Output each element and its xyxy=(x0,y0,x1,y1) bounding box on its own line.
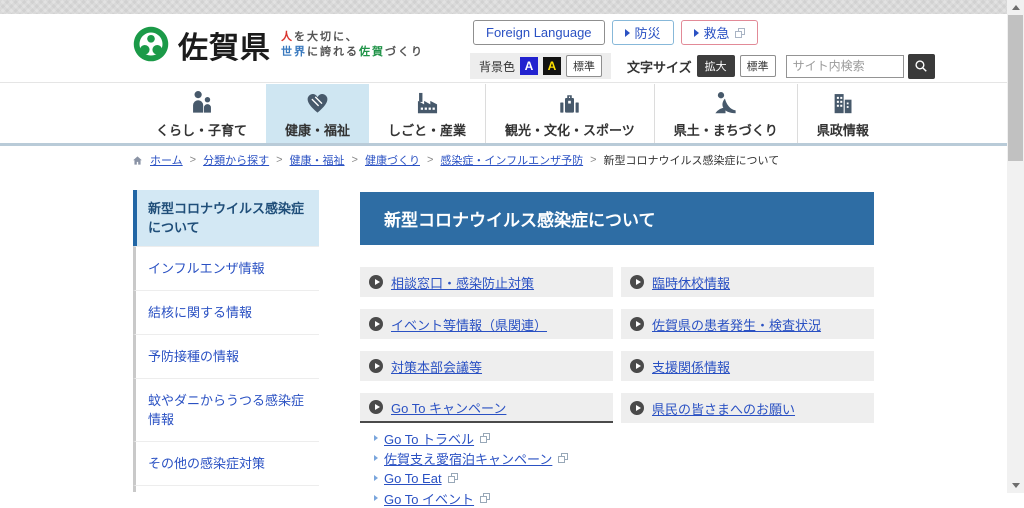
link-box-hq-meetings[interactable]: 対策本部会議等 xyxy=(360,351,613,381)
site-search xyxy=(785,53,935,79)
circle-arrow-icon xyxy=(369,400,383,414)
sidebar-item-vaccination[interactable]: 予防接種の情報 xyxy=(133,334,319,378)
disaster-button[interactable]: 防災 xyxy=(611,20,674,45)
arrow-right-icon xyxy=(374,475,378,481)
breadcrumb-link[interactable]: 感染症・インフルエンザ予防 xyxy=(440,152,583,168)
main-content: 新型コロナウイルス感染症について 相談窓口・感染防止対策 臨時休校情報 イベント… xyxy=(360,192,874,508)
bg-color-default-button[interactable]: 標準 xyxy=(566,55,603,77)
circle-arrow-icon xyxy=(630,359,644,373)
logo-text: 佐賀県 xyxy=(178,32,271,65)
saga-logo-mark xyxy=(133,26,169,62)
font-size-enlarge-button[interactable]: 拡大 xyxy=(696,55,735,77)
family-icon xyxy=(188,89,215,116)
heart-care-icon xyxy=(304,89,331,116)
land-development-icon xyxy=(712,89,739,116)
link-box-school-closure[interactable]: 臨時休校情報 xyxy=(621,267,874,297)
logo-tagline: 人を大切に、 世界に誇れる佐賀づくり xyxy=(281,31,424,58)
external-link-icon xyxy=(447,473,458,483)
external-link-icon xyxy=(734,27,745,38)
vertical-scrollbar xyxy=(1007,0,1024,493)
foreign-language-label: Foreign Language xyxy=(486,25,592,40)
emergency-label: 救急 xyxy=(703,26,730,41)
sidebar-item-partial[interactable] xyxy=(133,485,319,492)
foreign-language-button[interactable]: Foreign Language xyxy=(473,20,605,45)
sidebar-item-covid[interactable]: 新型コロナウイルス感染症について xyxy=(133,190,319,246)
page-title: 新型コロナウイルス感染症について xyxy=(360,192,874,245)
background-color-controls: 背景色 A A 標準 xyxy=(470,53,612,79)
sublink-goto-event[interactable]: Go To イベント xyxy=(374,488,874,508)
disaster-label: 防災 xyxy=(634,26,661,41)
circle-arrow-icon xyxy=(630,401,644,415)
scrollbar-up-arrow[interactable] xyxy=(1007,0,1024,15)
circle-arrow-icon xyxy=(630,275,644,289)
breadcrumb-link[interactable]: 健康・福祉 xyxy=(290,152,345,168)
font-size-default-button[interactable]: 標準 xyxy=(739,55,776,77)
emergency-button[interactable]: 救急 xyxy=(680,20,758,45)
nav-item-kendo[interactable]: 県土・まちづくり xyxy=(653,84,797,143)
site-header: 佐賀県 人を大切に、 世界に誇れる佐賀づくり Foreign Language … xyxy=(0,14,1007,83)
site-search-input[interactable] xyxy=(785,54,904,78)
external-link-icon xyxy=(480,433,491,443)
travel-bag-icon xyxy=(556,89,583,116)
circle-arrow-icon xyxy=(369,275,383,289)
font-size-label: 文字サイズ xyxy=(627,59,692,75)
nav-item-kankou[interactable]: 観光・文化・スポーツ xyxy=(485,84,654,143)
home-icon xyxy=(132,155,143,166)
circle-arrow-icon xyxy=(369,359,383,373)
link-box-events[interactable]: イベント等情報（県関連） xyxy=(360,309,613,339)
header-quick-buttons: Foreign Language 防災 救急 xyxy=(473,20,758,45)
arrow-right-icon xyxy=(374,455,378,461)
background-color-label: 背景色 xyxy=(479,59,516,74)
breadcrumb-link[interactable]: 健康づくり xyxy=(365,152,420,168)
nav-item-kurashi[interactable]: くらし・子育て xyxy=(137,84,266,143)
accessibility-controls: 背景色 A A 標準 文字サイズ 拡大 標準 xyxy=(470,53,935,79)
external-link-icon xyxy=(558,453,569,463)
breadcrumb-home[interactable]: ホーム xyxy=(150,152,183,168)
sidebar-item-other-measures[interactable]: その他の感染症対策 xyxy=(133,441,319,485)
circle-arrow-icon xyxy=(630,317,644,331)
scrollbar-down-arrow[interactable] xyxy=(1007,478,1024,493)
breadcrumb-current: 新型コロナウイルス感染症について xyxy=(603,155,780,167)
arrow-right-icon xyxy=(624,28,630,37)
arrow-right-icon xyxy=(374,495,378,501)
link-box-goto-campaign[interactable]: Go To キャンペーン xyxy=(360,393,613,423)
link-box-consultation[interactable]: 相談窓口・感染防止対策 xyxy=(360,267,613,297)
sidebar-item-tuberculosis[interactable]: 結核に関する情報 xyxy=(133,290,319,334)
nav-item-shigoto[interactable]: しごと・産業 xyxy=(369,84,485,143)
breadcrumb-link[interactable]: 分類から探す xyxy=(203,152,269,168)
factory-icon xyxy=(414,89,441,116)
sublink-goto-travel[interactable]: Go To トラベル xyxy=(374,428,874,448)
sublink-saga-sasaeai[interactable]: 佐賀支え愛宿泊キャンペーン xyxy=(374,448,874,468)
sublink-goto-eat[interactable]: Go To Eat xyxy=(374,468,874,488)
external-link-icon xyxy=(480,493,491,503)
search-icon xyxy=(915,60,927,72)
scrollbar-thumb[interactable] xyxy=(1008,15,1023,161)
saga-prefecture-logo[interactable]: 佐賀県 人を大切に、 世界に誇れる佐賀づくり xyxy=(128,22,424,68)
search-button[interactable] xyxy=(907,53,935,79)
arrow-right-icon xyxy=(693,28,699,37)
nav-item-kensei[interactable]: 県政情報 xyxy=(796,84,888,143)
link-box-request-to-citizens[interactable]: 県民の皆さまへのお願い xyxy=(621,393,874,423)
link-box-grid: 相談窓口・感染防止対策 臨時休校情報 イベント等情報（県関連） 佐賀県の患者発生… xyxy=(360,267,874,423)
nav-item-kenkou[interactable]: 健康・福祉 xyxy=(266,84,370,143)
breadcrumb: ホーム > 分類から探す > 健康・福祉 > 健康づくり > 感染症・インフルエ… xyxy=(132,152,779,168)
sidebar-menu: 新型コロナウイルス感染症について インフルエンザ情報 結核に関する情報 予防接種… xyxy=(133,190,319,492)
arrow-right-icon xyxy=(374,435,378,441)
circle-arrow-icon xyxy=(369,317,383,331)
link-box-support-info[interactable]: 支援関係情報 xyxy=(621,351,874,381)
goto-campaign-sublinks: Go To トラベル 佐賀支え愛宿泊キャンペーン Go To Eat Go To… xyxy=(360,428,874,508)
font-size-controls: 文字サイズ 拡大 標準 xyxy=(627,55,776,77)
decorative-pattern-strip xyxy=(0,0,1024,14)
link-box-patient-status[interactable]: 佐賀県の患者発生・検査状況 xyxy=(621,309,874,339)
sidebar-item-influenza[interactable]: インフルエンザ情報 xyxy=(133,246,319,290)
sidebar-item-mosquito-tick[interactable]: 蚊やダニからうつる感染症情報 xyxy=(133,378,319,441)
government-building-icon xyxy=(829,89,856,116)
bg-color-blue-button[interactable]: A xyxy=(520,57,539,75)
global-nav: くらし・子育て 健康・福祉 しごと・産業 観光・文化・スポーツ 県土・まちづくり… xyxy=(0,84,1007,146)
bg-color-black-button[interactable]: A xyxy=(543,57,562,75)
